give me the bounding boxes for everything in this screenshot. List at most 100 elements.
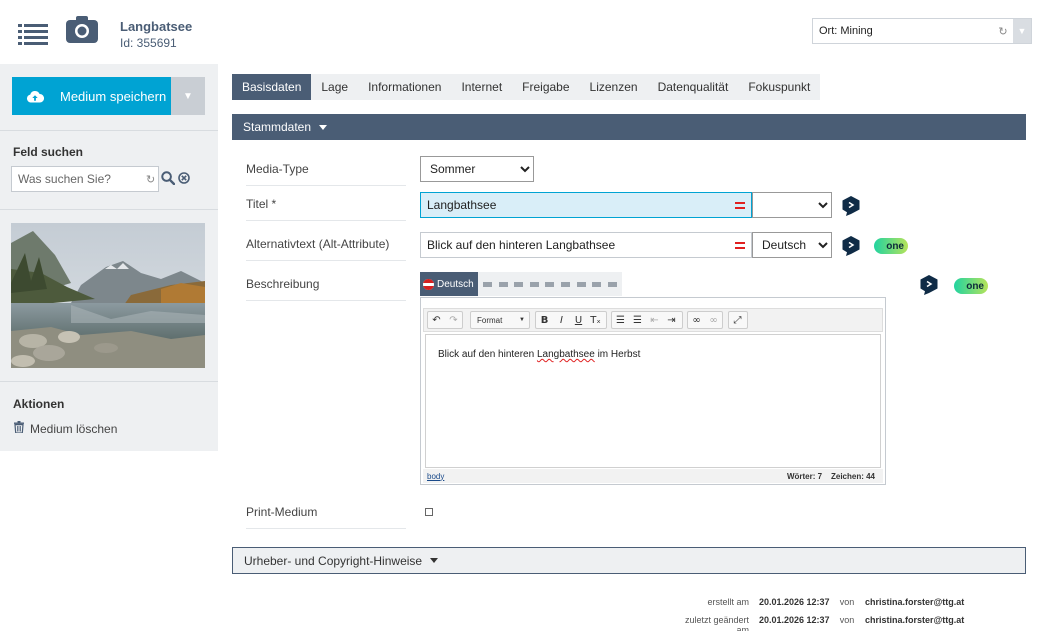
delete-medium-label: Medium löschen (30, 421, 118, 436)
divider (0, 130, 218, 131)
refresh-icon[interactable]: ↻ (996, 25, 1010, 38)
tab-lizenzen[interactable]: Lizenzen (580, 74, 648, 100)
trash-icon (14, 421, 24, 436)
created-date: 20.01.2026 12:37 (759, 597, 830, 607)
title-language-select[interactable] (752, 192, 832, 218)
unlink-icon[interactable]: ∞ (705, 315, 722, 326)
search-input[interactable] (11, 166, 159, 192)
page-title: Langbatsee (120, 19, 193, 34)
save-options-dropdown[interactable]: ▼ (171, 77, 205, 115)
deepl-translate-icon[interactable] (842, 196, 860, 216)
created-von: von (839, 597, 855, 607)
created-meta: erstellt am 20.01.2026 12:37 von christi… (681, 597, 964, 607)
language-tab-icon[interactable] (607, 281, 617, 287)
search-icon[interactable] (161, 171, 176, 186)
deepl-translate-icon[interactable] (842, 236, 860, 256)
language-tab-icon[interactable] (576, 281, 586, 287)
tab-freigabe[interactable]: Freigabe (512, 74, 579, 100)
language-tab-icon[interactable] (545, 281, 555, 287)
chevron-down-icon[interactable]: ▼ (1013, 19, 1031, 43)
outdent-icon[interactable]: ⇤ (646, 315, 663, 326)
alt-text-input-value: Blick auf den hinteren Langbathsee (427, 238, 616, 252)
tab-informationen[interactable]: Informationen (358, 74, 451, 100)
changed-meta: zuletzt geändert am 20.01.2026 12:37 von… (681, 615, 964, 631)
caret-down-icon (319, 124, 328, 130)
one-ai-label: one (966, 280, 984, 292)
alt-text-language-select[interactable]: Deutsch (752, 232, 832, 258)
tab-internet[interactable]: Internet (451, 74, 512, 100)
language-tab-icon[interactable] (561, 281, 570, 287)
actions-heading: Aktionen (13, 397, 65, 411)
indent-icon[interactable]: ⇥ (663, 315, 680, 326)
save-button[interactable]: Medium speichern (12, 77, 171, 115)
changed-user: christina.forster@ttg.at (865, 615, 965, 625)
divider (246, 185, 406, 186)
section-header-stammdaten[interactable]: Stammdaten (232, 114, 1026, 140)
language-tab-icon[interactable] (483, 281, 493, 287)
bold-icon[interactable]: B (536, 315, 553, 326)
italic-icon[interactable]: I (553, 315, 570, 326)
language-tab-icon[interactable] (592, 281, 602, 287)
location-select[interactable]: Ort: Mining ↻ ▼ (812, 18, 1032, 44)
one-ai-badge[interactable]: one (874, 238, 908, 254)
clear-search-icon[interactable] (178, 172, 190, 184)
editor-content-area[interactable]: Blick auf den hinteren Langbathsee im He… (425, 334, 881, 468)
title-label: Titel * (246, 197, 277, 211)
chevron-down-icon: ▼ (519, 317, 525, 323)
tab-fokuspunkt[interactable]: Fokuspunkt (738, 74, 820, 100)
refresh-icon[interactable]: ↻ (146, 173, 155, 186)
hamburger-menu-icon[interactable] (18, 24, 48, 46)
redo-icon[interactable]: ↷ (445, 315, 462, 326)
delete-medium-link[interactable]: Medium löschen (14, 421, 117, 436)
editor-text: im Herbst (594, 349, 641, 360)
bullet-list-icon[interactable]: ☰ (629, 315, 646, 326)
language-tab-icon[interactable] (514, 281, 524, 287)
divider (0, 209, 218, 210)
section-title: Stammdaten (243, 120, 312, 134)
editor-toolbar: ↶ ↷ Format ▼ B I U Tₓ ☰ ☰ ⇤ ⇥ ∞ ∞ ⤢ (423, 308, 883, 332)
tab-lage[interactable]: Lage (311, 74, 358, 100)
created-label: erstellt am (707, 597, 749, 607)
search-heading: Feld suchen (13, 145, 84, 159)
section-title: Urheber- und Copyright-Hinweise (244, 553, 423, 568)
deepl-translate-icon[interactable] (920, 275, 938, 295)
description-label: Beschreibung (246, 277, 320, 291)
camera-icon (66, 15, 98, 43)
divider (246, 220, 406, 221)
rich-text-editor: ↶ ↷ Format ▼ B I U Tₓ ☰ ☰ ⇤ ⇥ ∞ ∞ ⤢ Blic… (420, 297, 886, 485)
tab-bar: Basisdaten Lage Informationen Internet F… (232, 74, 821, 100)
one-ai-badge[interactable]: one (954, 278, 988, 294)
language-tab-strip[interactable] (478, 272, 622, 296)
editor-text: Blick auf den hinteren (438, 349, 537, 360)
language-tab-icon[interactable] (498, 281, 508, 287)
tab-basisdaten[interactable]: Basisdaten (232, 74, 312, 100)
changed-date: 20.01.2026 12:37 (759, 615, 830, 625)
location-select-value: Ort: Mining (819, 25, 873, 37)
maximize-icon[interactable]: ⤢ (729, 315, 746, 326)
print-medium-checkbox[interactable] (425, 508, 433, 516)
word-count: Wörter: 7 (786, 471, 823, 481)
media-type-label: Media-Type (246, 162, 309, 176)
numbered-list-icon[interactable]: ☰ (612, 315, 629, 326)
format-dropdown[interactable]: Format ▼ (470, 311, 530, 329)
language-tab-icon[interactable] (529, 281, 539, 287)
title-input[interactable]: Langbathsee (420, 192, 752, 218)
remove-format-icon[interactable]: Tₓ (587, 315, 604, 326)
equals-icon (735, 242, 745, 249)
caret-down-icon (430, 558, 439, 563)
link-icon[interactable]: ∞ (688, 315, 705, 326)
section-header-copyright[interactable]: Urheber- und Copyright-Hinweise (232, 547, 1026, 574)
element-path[interactable]: body (427, 472, 444, 481)
alt-text-label: Alternativtext (Alt-Attribute) (246, 237, 390, 251)
description-language-tab[interactable]: Deutsch (420, 272, 478, 296)
tab-datenqualitaet[interactable]: Datenqualität (648, 74, 739, 100)
divider (0, 381, 218, 382)
changed-label: zuletzt geändert am (684, 615, 749, 631)
divider (246, 528, 406, 529)
media-preview-image[interactable] (11, 223, 205, 368)
media-type-select[interactable]: Sommer (420, 156, 534, 182)
record-id: Id: 355691 (120, 36, 177, 50)
undo-icon[interactable]: ↶ (428, 315, 445, 326)
underline-icon[interactable]: U (570, 315, 587, 326)
alt-text-input[interactable]: Blick auf den hinteren Langbathsee (420, 232, 752, 258)
